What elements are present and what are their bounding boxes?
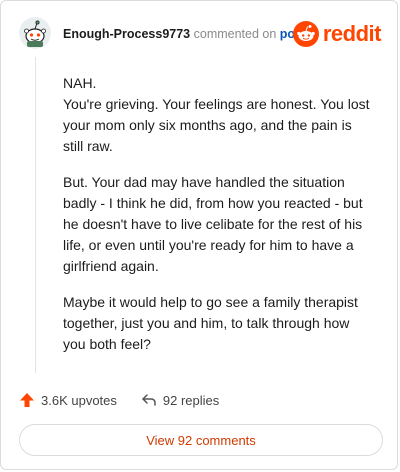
- comment-paragraph-3: Maybe it would help to go see a family t…: [63, 294, 358, 352]
- comment-body: NAH. You're grieving. Your feelings are h…: [63, 73, 373, 370]
- view-comments-button[interactable]: View 92 comments: [19, 424, 383, 456]
- comment-card: Enough-Process9773 commented on post red…: [0, 0, 398, 470]
- comment-meta: Enough-Process9773 commented on post: [63, 26, 306, 42]
- reply-arrow-icon: [142, 394, 156, 406]
- snoo-avatar-icon: [19, 17, 51, 49]
- upvote-count: 3.6K upvotes: [41, 392, 117, 408]
- comment-header: Enough-Process9773 commented on post red…: [19, 17, 382, 51]
- upvote-button[interactable]: 3.6K upvotes: [19, 392, 117, 408]
- reddit-logo-icon: [292, 21, 319, 47]
- comment-paragraph-2: But. Your dad may have handled the situa…: [63, 174, 363, 274]
- reddit-wordmark: reddit: [322, 21, 382, 46]
- replies-button[interactable]: 92 replies: [141, 392, 219, 408]
- comment-actions: 3.6K upvotes 92 replies: [19, 389, 219, 411]
- thread-line[interactable]: [35, 57, 36, 373]
- commented-on-text: commented on: [193, 27, 277, 41]
- reply-count: 92 replies: [162, 392, 220, 408]
- upvote-arrow-icon: [20, 393, 34, 407]
- reddit-logo[interactable]: reddit: [292, 20, 382, 48]
- username-link[interactable]: Enough-Process9773: [63, 27, 190, 41]
- user-avatar[interactable]: [19, 17, 51, 49]
- comment-paragraph-1: NAH. You're grieving. Your feelings are h…: [63, 75, 370, 154]
